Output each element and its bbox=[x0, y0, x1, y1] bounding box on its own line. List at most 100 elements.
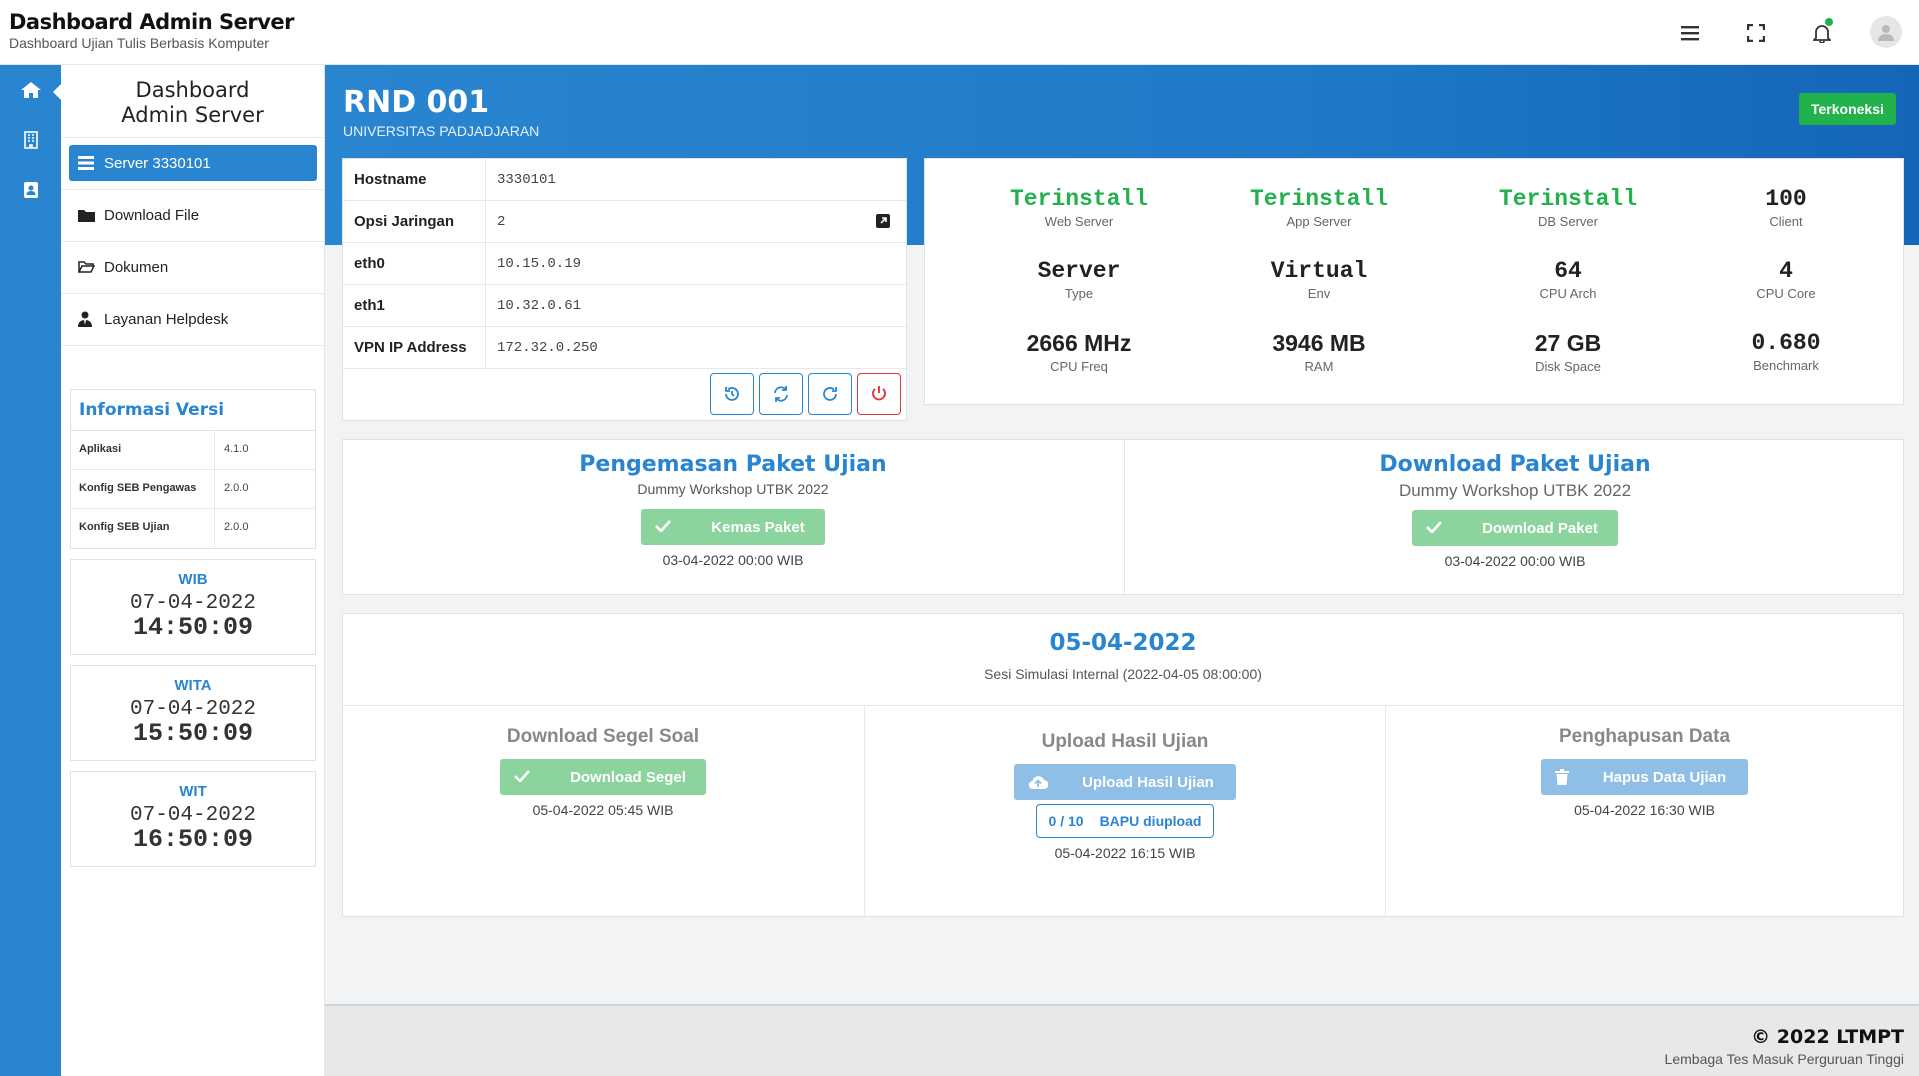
menu-toggle-button[interactable] bbox=[1675, 18, 1705, 48]
stat-value: 4 bbox=[1779, 258, 1793, 284]
hapus-date: 05-04-2022 16:30 WIB bbox=[1574, 802, 1715, 818]
stat-value: 3946 MB bbox=[1272, 330, 1366, 356]
list-icon bbox=[78, 156, 94, 170]
stat-label: CPU Freq bbox=[1050, 359, 1108, 374]
building-icon bbox=[23, 131, 38, 149]
hapus-data-button[interactable]: Hapus Data Ujian bbox=[1540, 759, 1749, 795]
download-segel-button[interactable]: Download Segel bbox=[500, 759, 706, 795]
session-subtitle: Sesi Simulasi Internal (2022-04-05 08:00… bbox=[984, 666, 1262, 682]
sidebar-item-dokumen[interactable]: Dokumen bbox=[69, 249, 317, 285]
stat-value: 0.680 bbox=[1751, 330, 1821, 356]
stat-value: Virtual bbox=[1270, 258, 1368, 284]
version-value: 4.1.0 bbox=[224, 443, 249, 455]
download-paket-section: Download Paket Ujian Dummy Workshop UTBK… bbox=[1125, 440, 1905, 569]
sidebar-item-download-file[interactable]: Download File bbox=[69, 197, 317, 233]
hamburger-icon bbox=[1681, 26, 1699, 41]
version-info-card: Informasi Versi Aplikasi 4.1.0 Konfig SE… bbox=[70, 389, 316, 549]
upload-hasil-button[interactable]: Upload Hasil Ujian bbox=[1014, 764, 1236, 800]
sidebar-item-label: Dokumen bbox=[104, 258, 169, 276]
sidebar-item-helpdesk[interactable]: Layanan Helpdesk bbox=[69, 301, 317, 337]
fullscreen-button[interactable] bbox=[1741, 18, 1771, 48]
stat-client: 100 Client bbox=[1591, 186, 1919, 229]
bapu-status: 0 / 10 BAPU diupload bbox=[1035, 804, 1215, 838]
version-info-title: Informasi Versi bbox=[71, 390, 315, 431]
power-button[interactable] bbox=[857, 373, 901, 415]
rail-contacts[interactable] bbox=[0, 165, 61, 215]
clock-time: 15:50:09 bbox=[132, 719, 254, 748]
server-org: UNIVERSITAS PADJADJARAN bbox=[343, 123, 540, 139]
clock-time: 14:50:09 bbox=[132, 613, 254, 642]
hapus-section: Penghapusan Data Hapus Data Ujian 05-04-… bbox=[1386, 706, 1903, 916]
app-subtitle: Dashboard Ujian Tulis Berbasis Komputer bbox=[9, 35, 269, 51]
connection-status-badge: Terkoneksi bbox=[1799, 93, 1896, 125]
icon-rail bbox=[0, 65, 62, 1076]
upload-section: Upload Hasil Ujian Upload Hasil Ujian 0 … bbox=[865, 706, 1385, 916]
folder-icon bbox=[78, 210, 95, 222]
upload-date: 05-04-2022 16:15 WIB bbox=[1054, 845, 1196, 861]
edit-network-button[interactable] bbox=[876, 214, 890, 233]
clock-date: 07-04-2022 bbox=[129, 592, 257, 615]
download-paket-button[interactable]: Download Paket bbox=[1412, 510, 1618, 546]
info-key: eth1 bbox=[343, 285, 486, 326]
bell-icon bbox=[1813, 25, 1831, 43]
clock-wit: WIT 07-04-2022 16:50:09 bbox=[70, 771, 316, 867]
segel-title: Download Segel Soal bbox=[506, 726, 700, 747]
version-key: Konfig SEB Ujian bbox=[71, 509, 215, 548]
table-row: Opsi Jaringan 2 bbox=[343, 201, 906, 243]
clock-wib: WIB 07-04-2022 14:50:09 bbox=[70, 559, 316, 655]
cloud-upload-icon bbox=[1028, 776, 1049, 789]
user-icon bbox=[1878, 25, 1894, 41]
stat-app-server: Terinstall App Server bbox=[1209, 186, 1429, 229]
stat-cpu-freq: 2666 MHz CPU Freq bbox=[969, 330, 1189, 374]
clock-wita: WITA 07-04-2022 15:50:09 bbox=[70, 665, 316, 761]
redo-icon bbox=[823, 387, 837, 401]
app-title: Dashboard Admin Server bbox=[9, 10, 295, 34]
check-icon bbox=[655, 519, 672, 533]
version-value: 2.0.0 bbox=[224, 482, 249, 494]
trash-icon bbox=[1554, 769, 1569, 785]
sidebar-item-server[interactable]: Server 3330101 bbox=[69, 145, 317, 181]
stat-label: RAM bbox=[1304, 359, 1334, 374]
table-row: eth1 10.32.0.61 bbox=[343, 285, 906, 327]
stat-ram: 3946 MB RAM bbox=[1209, 330, 1429, 374]
pengemasan-date: 03-04-2022 00:00 WIB bbox=[662, 552, 804, 568]
download-paket-subtitle: Dummy Workshop UTBK 2022 bbox=[1398, 481, 1632, 500]
network-option-value: 2 bbox=[497, 213, 506, 230]
stat-benchmark: 0.680 Benchmark bbox=[1591, 330, 1919, 373]
download-segel-label: Download Segel bbox=[570, 768, 686, 786]
history-button[interactable] bbox=[710, 373, 754, 415]
paket-card: Pengemasan Paket Ujian Dummy Workshop UT… bbox=[342, 439, 1904, 595]
session-date: 05-04-2022 bbox=[1049, 630, 1197, 656]
stat-label: Client bbox=[1769, 214, 1803, 229]
stat-value: Terinstall bbox=[1009, 186, 1149, 212]
bapu-count: 0 / 10 bbox=[1048, 813, 1084, 829]
refresh-button[interactable] bbox=[808, 373, 852, 415]
clock-time: 16:50:09 bbox=[132, 825, 254, 854]
folder-open-icon bbox=[78, 261, 95, 273]
download-paket-date: 03-04-2022 00:00 WIB bbox=[1444, 553, 1586, 569]
download-paket-title: Download Paket Ujian bbox=[1379, 452, 1651, 477]
rail-building[interactable] bbox=[0, 115, 61, 165]
stat-label: Benchmark bbox=[1753, 358, 1819, 373]
notifications-button[interactable] bbox=[1807, 18, 1837, 48]
user-avatar[interactable] bbox=[1870, 16, 1902, 48]
sync-button[interactable] bbox=[759, 373, 803, 415]
table-row: eth0 10.15.0.19 bbox=[343, 243, 906, 285]
version-value: 2.0.0 bbox=[224, 521, 249, 533]
stat-label: CPU Core bbox=[1756, 286, 1816, 301]
info-key: VPN IP Address bbox=[343, 327, 486, 368]
sidebar-item-label: Server 3330101 bbox=[104, 154, 211, 172]
stat-label: Type bbox=[1064, 286, 1094, 301]
segel-date: 05-04-2022 05:45 WIB bbox=[532, 802, 674, 818]
info-value: 2 bbox=[486, 201, 906, 242]
upload-title: Upload Hasil Ujian bbox=[1041, 731, 1209, 752]
pengemasan-subtitle: Dummy Workshop UTBK 2022 bbox=[637, 481, 829, 497]
table-row: Aplikasi 4.1.0 bbox=[71, 431, 315, 470]
kemas-paket-button[interactable]: Kemas Paket bbox=[641, 509, 825, 545]
stat-type: Server Type bbox=[969, 258, 1189, 301]
clock-timezone: WIB bbox=[178, 571, 208, 588]
history-icon bbox=[725, 387, 739, 401]
rail-home[interactable] bbox=[0, 65, 62, 115]
info-value: 10.32.0.61 bbox=[497, 297, 582, 314]
version-key: Konfig SEB Pengawas bbox=[71, 470, 215, 508]
